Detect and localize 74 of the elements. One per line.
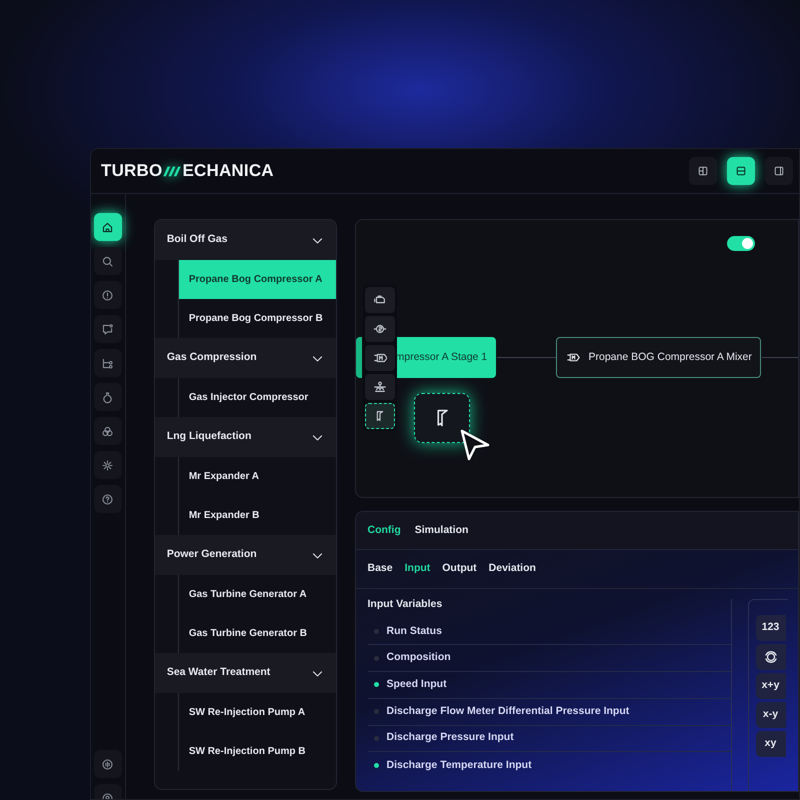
connector-line bbox=[496, 357, 556, 358]
group-label[interactable]: Gas Compression bbox=[166, 350, 257, 366]
search-icon bbox=[101, 254, 114, 268]
calculator-button[interactable]: xy bbox=[756, 731, 786, 757]
rows-layout-icon bbox=[735, 165, 747, 177]
logo-text: ECHANICA bbox=[182, 160, 274, 182]
calculator-button[interactable]: x-y bbox=[756, 702, 786, 728]
variable-label[interactable]: Discharge Temperature Input bbox=[386, 758, 532, 774]
tree-item[interactable]: Mr Expander A bbox=[178, 457, 336, 496]
tree-item[interactable]: Mr Expander B bbox=[178, 496, 336, 535]
panel-layout-icon bbox=[773, 165, 785, 177]
tool-button[interactable] bbox=[364, 403, 394, 429]
tree-item[interactable]: Propane Bog Compressor A bbox=[178, 260, 336, 299]
sidebar-button[interactable] bbox=[94, 247, 122, 275]
variable-label[interactable]: Discharge Pressure Input bbox=[386, 730, 514, 746]
mixer-icon bbox=[372, 351, 386, 365]
calculator-button[interactable]: 123 bbox=[756, 615, 786, 641]
logo-mark-icon bbox=[162, 164, 182, 178]
home-icon bbox=[101, 220, 114, 234]
tab[interactable]: Base bbox=[368, 561, 393, 577]
tab[interactable]: Input bbox=[404, 561, 430, 577]
layout-button[interactable] bbox=[727, 157, 755, 185]
tree-item[interactable]: SW Re-Injection Pump A bbox=[178, 693, 336, 732]
variable-label[interactable]: Discharge Flow Meter Differential Pressure Input bbox=[386, 704, 630, 720]
variable-label[interactable]: Composition bbox=[386, 650, 451, 666]
sidebar-button[interactable] bbox=[94, 281, 122, 309]
calculator-button[interactable]: x+y bbox=[756, 673, 786, 699]
help-icon bbox=[101, 492, 114, 506]
tool-button[interactable] bbox=[364, 374, 394, 400]
group-label[interactable]: Boil Off Gas bbox=[166, 232, 228, 248]
tree-item[interactable]: SW Re-Injection Pump B bbox=[178, 732, 336, 771]
split-layout-icon bbox=[697, 165, 709, 177]
calculator-button[interactable] bbox=[756, 644, 786, 670]
chat-icon bbox=[101, 322, 114, 336]
tree-item[interactable]: Gas Injector Compressor bbox=[178, 378, 336, 417]
tab[interactable]: Output bbox=[442, 561, 477, 577]
sidebar-button[interactable] bbox=[94, 383, 122, 411]
sidebar-button[interactable] bbox=[94, 213, 122, 241]
blower-icon bbox=[372, 322, 386, 336]
ring-icon bbox=[762, 649, 778, 665]
sidebar-button[interactable] bbox=[94, 485, 122, 513]
layout-button[interactable] bbox=[765, 157, 793, 185]
variable-label[interactable]: Run Status bbox=[386, 624, 442, 640]
tool-button[interactable] bbox=[364, 287, 394, 313]
tool-button[interactable] bbox=[364, 345, 394, 371]
group-label[interactable]: Power Generation bbox=[166, 547, 257, 563]
logo-text: TURBO bbox=[101, 160, 162, 182]
pump-icon bbox=[372, 380, 386, 394]
sidebar-button[interactable] bbox=[94, 451, 122, 479]
tab[interactable]: Simulation bbox=[414, 522, 468, 538]
variable-label[interactable]: Speed Input bbox=[386, 677, 447, 693]
circles-icon bbox=[101, 424, 114, 438]
sidebar-button[interactable] bbox=[94, 750, 122, 778]
audio-icon bbox=[101, 758, 114, 770]
tool-button[interactable] bbox=[364, 316, 394, 342]
group-label[interactable]: Lng Liquefaction bbox=[166, 429, 252, 445]
flask-icon bbox=[101, 390, 114, 404]
sidebar-button[interactable] bbox=[94, 349, 122, 377]
tree-item[interactable]: Propane Bog Compressor B bbox=[178, 299, 336, 338]
alert-icon bbox=[101, 288, 114, 302]
flow-icon bbox=[101, 356, 114, 370]
tree-item[interactable]: Gas Turbine Generator A bbox=[178, 575, 336, 614]
sidebar-button[interactable] bbox=[94, 315, 122, 343]
sidebar-button[interactable] bbox=[94, 417, 122, 445]
mixer-icon bbox=[564, 351, 582, 364]
tree-item[interactable]: Gas Turbine Generator B bbox=[178, 614, 336, 653]
settings-icon bbox=[101, 458, 114, 472]
toggle-switch[interactable] bbox=[726, 236, 754, 251]
node[interactable]: Propane BOG Compressor A Mixer bbox=[556, 337, 760, 378]
layout-button[interactable] bbox=[689, 157, 717, 185]
node-edge bbox=[356, 337, 362, 378]
section-title: Input Variables bbox=[368, 597, 444, 612]
tab[interactable]: Config bbox=[368, 522, 401, 538]
tab[interactable]: Deviation bbox=[488, 561, 536, 577]
